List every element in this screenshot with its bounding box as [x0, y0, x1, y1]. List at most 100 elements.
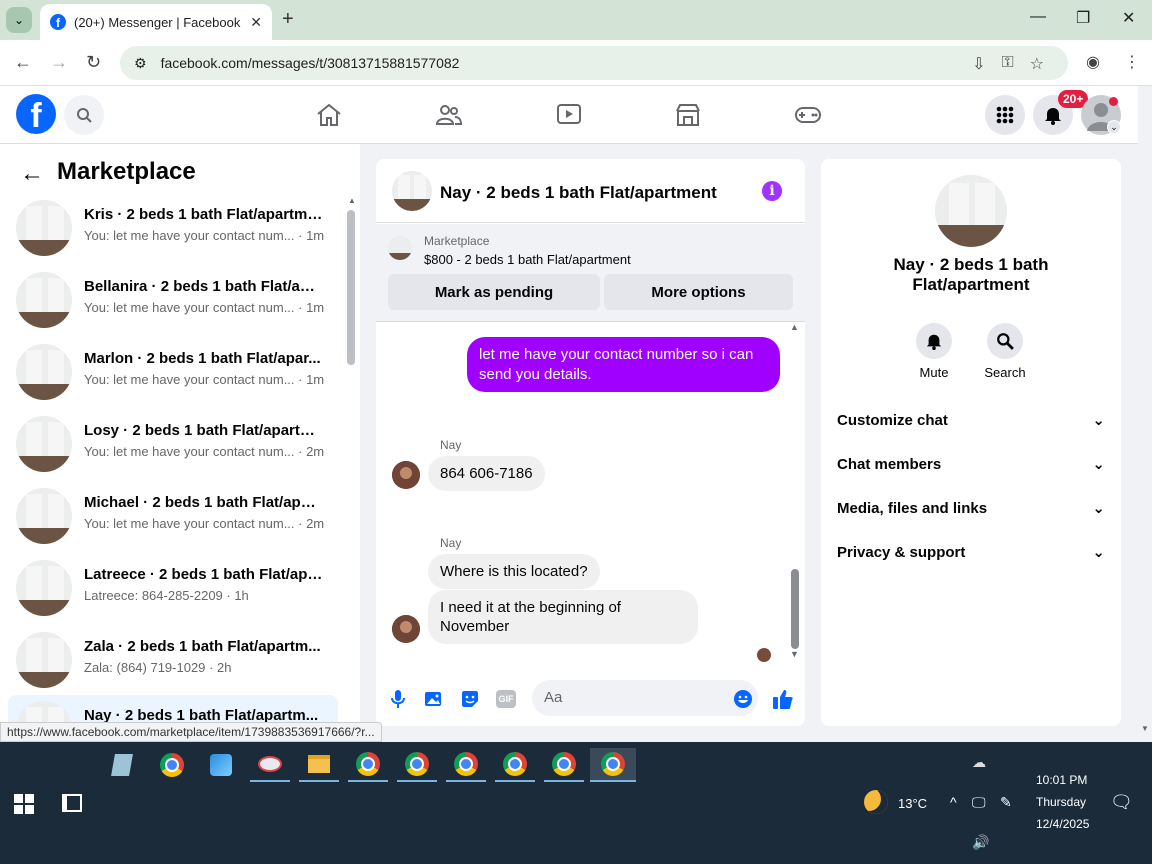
conversation-name: Kris · 2 beds 1 bath Flat/apartme...: [84, 206, 324, 223]
chat-scrollbar[interactable]: [791, 569, 799, 649]
list-item[interactable]: Latreece · 2 beds 1 bath Flat/apa... Lat…: [8, 554, 338, 622]
scroll-up-icon[interactable]: ▲: [790, 322, 799, 332]
omnibox[interactable]: ⚙ facebook.com/messages/t/30813715881577…: [120, 46, 1068, 80]
info-icon[interactable]: i: [762, 181, 782, 201]
url-text[interactable]: facebook.com/messages/t/3081371588157708…: [161, 55, 460, 71]
browser-tabstrip: ⌄ f (20+) Messenger | Facebook ✕ + — ❐ ✕: [0, 0, 1152, 40]
chrome-app-icon[interactable]: [152, 748, 192, 782]
weather-moon-icon[interactable]: [864, 790, 888, 814]
chrome-profile-3-icon[interactable]: [446, 748, 486, 782]
tab-close-icon[interactable]: ✕: [250, 14, 262, 31]
sticker-icon[interactable]: [459, 688, 481, 710]
marketplace-listing-banner: Marketplace $800 - 2 beds 1 bath Flat/ap…: [376, 224, 805, 322]
gaming-icon[interactable]: [794, 101, 822, 129]
notepad-app-icon[interactable]: [102, 748, 142, 782]
conversation-snippet: You: let me have your contact num... · 1…: [84, 372, 325, 387]
thumbs-up-icon[interactable]: [772, 688, 794, 710]
incoming-message: Where is this located?: [428, 554, 600, 589]
contact-avatar[interactable]: [392, 615, 420, 643]
list-scrollbar[interactable]: [347, 210, 355, 365]
menu-grid-icon[interactable]: [985, 95, 1025, 135]
restore-icon[interactable]: ❐: [1076, 8, 1090, 28]
customize-chat-section[interactable]: Customize chat ⌄: [837, 408, 1105, 432]
chat-avatar[interactable]: [392, 171, 432, 211]
volume-icon[interactable]: 🔊: [972, 834, 989, 851]
page-scrollbar[interactable]: ▼: [1138, 144, 1152, 742]
search-icon[interactable]: [64, 95, 104, 135]
chat-members-section[interactable]: Chat members ⌄: [837, 452, 1105, 476]
list-item[interactable]: Michael · 2 beds 1 bath Flat/apar... You…: [8, 482, 338, 550]
back-arrow-icon[interactable]: ←: [20, 160, 44, 188]
gif-icon[interactable]: GIF: [495, 688, 517, 710]
install-app-icon[interactable]: ⇩: [972, 54, 985, 74]
clock-date[interactable]: 12/4/2025: [1036, 817, 1089, 831]
list-item[interactable]: Bellanira · 2 beds 1 bath Flat/apa... Yo…: [8, 266, 338, 334]
media-files-links-section[interactable]: Media, files and links ⌄: [837, 496, 1105, 520]
watch-video-icon[interactable]: [555, 101, 583, 129]
browser-menu-icon[interactable]: ⋮: [1124, 52, 1140, 72]
file-explorer-icon[interactable]: [299, 748, 339, 782]
reload-icon[interactable]: ↻: [86, 52, 101, 73]
list-item[interactable]: Marlon · 2 beds 1 bath Flat/apar... You:…: [8, 338, 338, 406]
chrome-profile-5-icon[interactable]: [544, 748, 584, 782]
network-icon[interactable]: 🖵: [972, 794, 986, 811]
paint-app-icon[interactable]: [250, 748, 290, 782]
friends-icon[interactable]: [435, 101, 463, 129]
mute-bell-icon[interactable]: [916, 323, 952, 359]
tab-search-chevron-icon[interactable]: ⌄: [6, 7, 32, 33]
chrome-profile-active-icon[interactable]: [590, 748, 636, 782]
mute-label[interactable]: Mute: [904, 365, 964, 380]
site-info-icon[interactable]: ⚙: [134, 55, 147, 72]
clock-day[interactable]: Thursday: [1036, 795, 1086, 809]
microphone-icon[interactable]: [387, 688, 409, 710]
pen-icon[interactable]: ✎: [1000, 794, 1012, 811]
message-input[interactable]: Aa: [532, 680, 758, 716]
more-options-button[interactable]: More options: [604, 274, 793, 310]
chrome-profile-2-icon[interactable]: [397, 748, 437, 782]
close-window-icon[interactable]: ✕: [1122, 8, 1135, 28]
mark-as-pending-button[interactable]: Mark as pending: [388, 274, 600, 310]
chevron-down-icon: ⌄: [1092, 412, 1105, 429]
account-chevron-icon[interactable]: ⌄: [1107, 120, 1121, 134]
show-hidden-icons[interactable]: ^: [950, 794, 957, 810]
listing-avatar[interactable]: [935, 175, 1007, 247]
photos-app-icon[interactable]: [201, 748, 241, 782]
list-item[interactable]: Zala · 2 beds 1 bath Flat/apartm... Zala…: [8, 626, 338, 694]
task-view-icon[interactable]: [62, 794, 82, 812]
minimize-icon[interactable]: —: [1030, 8, 1046, 26]
onedrive-cloud-icon[interactable]: ☁: [972, 754, 986, 771]
search-conversation-icon[interactable]: [987, 323, 1023, 359]
chrome-profile-1-icon[interactable]: [348, 748, 388, 782]
temperature[interactable]: 13°C: [898, 796, 927, 811]
clock-time[interactable]: 10:01 PM: [1036, 773, 1087, 787]
browser-tab[interactable]: f (20+) Messenger | Facebook ✕: [40, 4, 272, 40]
home-icon[interactable]: [315, 101, 343, 129]
password-key-icon[interactable]: ⚿: [1001, 54, 1013, 74]
new-tab-icon[interactable]: +: [282, 8, 294, 31]
notification-center-icon[interactable]: 🗨: [1110, 792, 1133, 813]
listing-price-title[interactable]: $800 - 2 beds 1 bath Flat/apartment: [424, 252, 631, 267]
marketplace-icon[interactable]: [674, 101, 702, 129]
listing-thumbnail: [16, 200, 72, 256]
scroll-up-icon[interactable]: ▲: [348, 196, 356, 205]
chrome-profile-4-icon[interactable]: [495, 748, 535, 782]
forward-icon[interactable]: →: [50, 52, 68, 73]
windows-start-icon[interactable]: [14, 794, 34, 819]
scroll-down-icon[interactable]: ▼: [1141, 724, 1149, 733]
list-item[interactable]: Losy · 2 beds 1 bath Flat/apartm... You:…: [8, 410, 338, 478]
privacy-support-section[interactable]: Privacy & support ⌄: [837, 540, 1105, 564]
conversation-snippet: Latreece: 864-285-2209 · 1h: [84, 588, 249, 603]
profile-icon[interactable]: ◉: [1086, 52, 1100, 72]
photo-icon[interactable]: [423, 688, 445, 710]
emoji-icon[interactable]: [732, 688, 754, 710]
bookmark-star-icon[interactable]: ☆: [1030, 54, 1044, 74]
listing-thumbnail[interactable]: [388, 236, 412, 260]
facebook-header: f 20+ ⌄: [0, 86, 1138, 144]
scroll-down-icon[interactable]: ▼: [790, 649, 799, 659]
chat-title[interactable]: Nay · 2 beds 1 bath Flat/apartment: [440, 183, 717, 203]
contact-avatar[interactable]: [392, 461, 420, 489]
back-icon[interactable]: ←: [14, 52, 32, 73]
list-item[interactable]: Kris · 2 beds 1 bath Flat/apartme... You…: [8, 194, 338, 262]
facebook-logo-icon[interactable]: f: [16, 94, 56, 134]
search-label[interactable]: Search: [975, 365, 1035, 380]
